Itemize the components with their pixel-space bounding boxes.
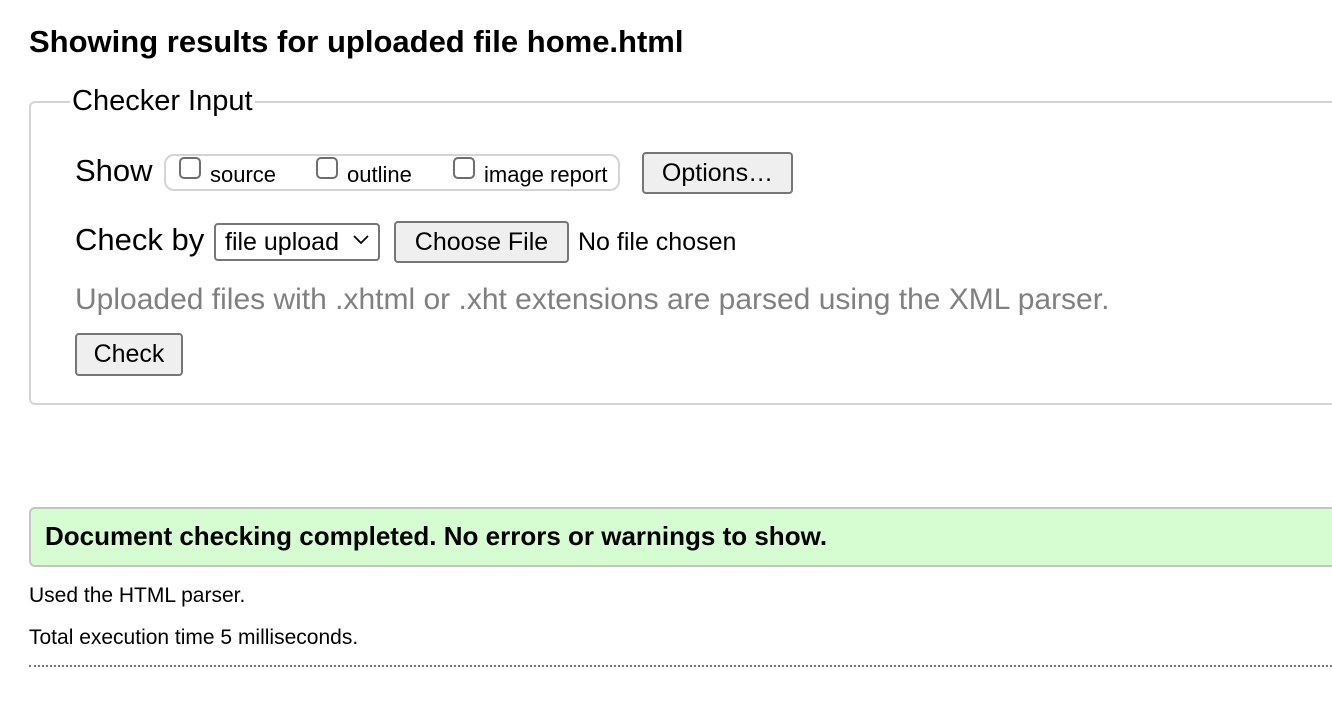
show-label: Show [75,153,153,188]
results-divider [29,665,1332,667]
outline-checkbox[interactable] [316,157,338,179]
source-checkbox[interactable] [179,157,201,179]
page-title: Showing results for uploaded file home.h… [29,24,684,59]
check-by-label: Check by [75,222,205,257]
choose-file-button[interactable]: Choose File [394,221,569,263]
check-button[interactable]: Check [75,333,183,376]
success-message: Document checking completed. No errors o… [45,521,828,551]
checker-input-legend: Checker Input [70,84,255,118]
xml-parser-hint: Uploaded files with .xhtml or .xht exten… [75,283,1110,316]
check-by-select[interactable]: file upload [214,223,380,261]
check-by-selected-value: file upload [225,228,339,256]
image-report-checkbox[interactable] [453,157,475,179]
outline-checkbox-label[interactable]: outline [347,162,412,188]
parser-info: Used the HTML parser. [29,584,246,607]
execution-time: Total execution time 5 milliseconds. [29,626,359,649]
chevron-down-icon [353,235,369,245]
file-status-text: No file chosen [578,228,737,256]
options-button[interactable]: Options… [642,152,793,194]
image-report-checkbox-label[interactable]: image report [484,162,608,188]
source-checkbox-label[interactable]: source [210,162,276,188]
